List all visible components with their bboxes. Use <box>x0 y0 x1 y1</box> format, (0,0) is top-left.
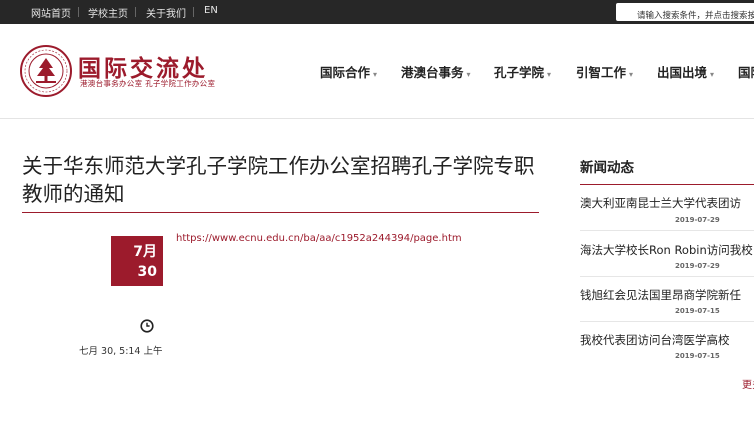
news-item-title[interactable]: 我校代表团访问台湾医学高校 <box>580 332 730 348</box>
sidebar-heading: 新闻动态 <box>580 160 634 176</box>
news-item-date: 2019-07-29 <box>675 262 720 270</box>
nav-item-hkmt-affairs[interactable]: 港澳台事务 ▾ <box>401 62 471 81</box>
date-month: 7月 <box>133 244 157 260</box>
news-item-date: 2019-07-29 <box>675 216 720 224</box>
news-divider <box>580 230 754 231</box>
topbar-link-english[interactable]: EN <box>204 5 218 16</box>
search-input[interactable] <box>616 7 754 25</box>
topbar-divider <box>135 7 136 17</box>
date-day: 30 <box>137 264 157 280</box>
university-seal-icon[interactable] <box>20 45 72 97</box>
nav-item-label: 孔子学院 <box>494 65 545 80</box>
header-divider <box>0 118 754 119</box>
nav-item-outbound-travel[interactable]: 出国出境 ▾ <box>657 62 714 81</box>
nav-item-talent-recruitment[interactable]: 引智工作 ▾ <box>576 62 633 81</box>
nav-item-international-more[interactable]: 国际 <box>738 62 754 81</box>
news-item-title[interactable]: 澳大利亚南昆士兰大学代表团访 <box>580 195 741 211</box>
topbar-divider <box>78 7 79 17</box>
topbar-link-school[interactable]: 学校主页 <box>88 5 128 20</box>
news-item-title[interactable]: 钱旭红会见法国里昂商学院新任 <box>580 287 741 303</box>
search-box <box>616 3 754 25</box>
news-item-date: 2019-07-15 <box>675 307 720 315</box>
nav-item-label: 国际合作 <box>320 65 371 80</box>
article-url-link[interactable]: https://www.ecnu.edu.cn/ba/aa/c1952a2443… <box>176 233 462 244</box>
article-title: 关于华东师范大学孔子学院工作办公室招聘孔子学院专职教师的通知 <box>22 154 535 206</box>
news-divider <box>580 276 754 277</box>
news-item-date: 2019-07-15 <box>675 352 720 360</box>
more-news-link[interactable]: 更多 <box>742 376 754 391</box>
topbar-divider <box>193 7 194 17</box>
sidebar-divider <box>580 184 754 185</box>
chevron-down-icon: ▾ <box>466 70 471 79</box>
nav-item-label: 港澳台事务 <box>401 65 464 80</box>
nav-item-label: 出国出境 <box>657 65 708 80</box>
chevron-down-icon: ▾ <box>629 70 634 79</box>
nav-item-confucius-institute[interactable]: 孔子学院 ▾ <box>494 62 551 81</box>
title-divider <box>22 212 539 213</box>
top-utility-bar: 网站首页 学校主页 关于我们 EN <box>0 0 754 25</box>
topbar-link-about[interactable]: 关于我们 <box>146 5 186 20</box>
topbar-link-home[interactable]: 网站首页 <box>31 5 71 20</box>
nav-item-international-cooperation[interactable]: 国际合作 ▾ <box>320 62 377 81</box>
site-header: 国际交流处 港澳台事务办公室 孔子学院工作办公室 国际合作 ▾ 港澳台事务 ▾ 孔子… <box>0 24 754 118</box>
nav-item-label: 引智工作 <box>576 65 627 80</box>
site-subtitle: 港澳台事务办公室 孔子学院工作办公室 <box>80 79 216 88</box>
chevron-down-icon: ▾ <box>373 70 378 79</box>
news-item-title[interactable]: 海法大学校长Ron Robin访问我校 <box>580 242 753 258</box>
news-divider <box>580 321 754 322</box>
clock-icon <box>140 319 154 333</box>
chevron-down-icon: ▾ <box>547 70 552 79</box>
nav-item-label: 国际 <box>738 65 754 80</box>
date-badge: 7月 30 <box>111 236 163 286</box>
post-time: 七月 30, 5:14 上午 <box>79 346 163 357</box>
chevron-down-icon: ▾ <box>710 70 715 79</box>
